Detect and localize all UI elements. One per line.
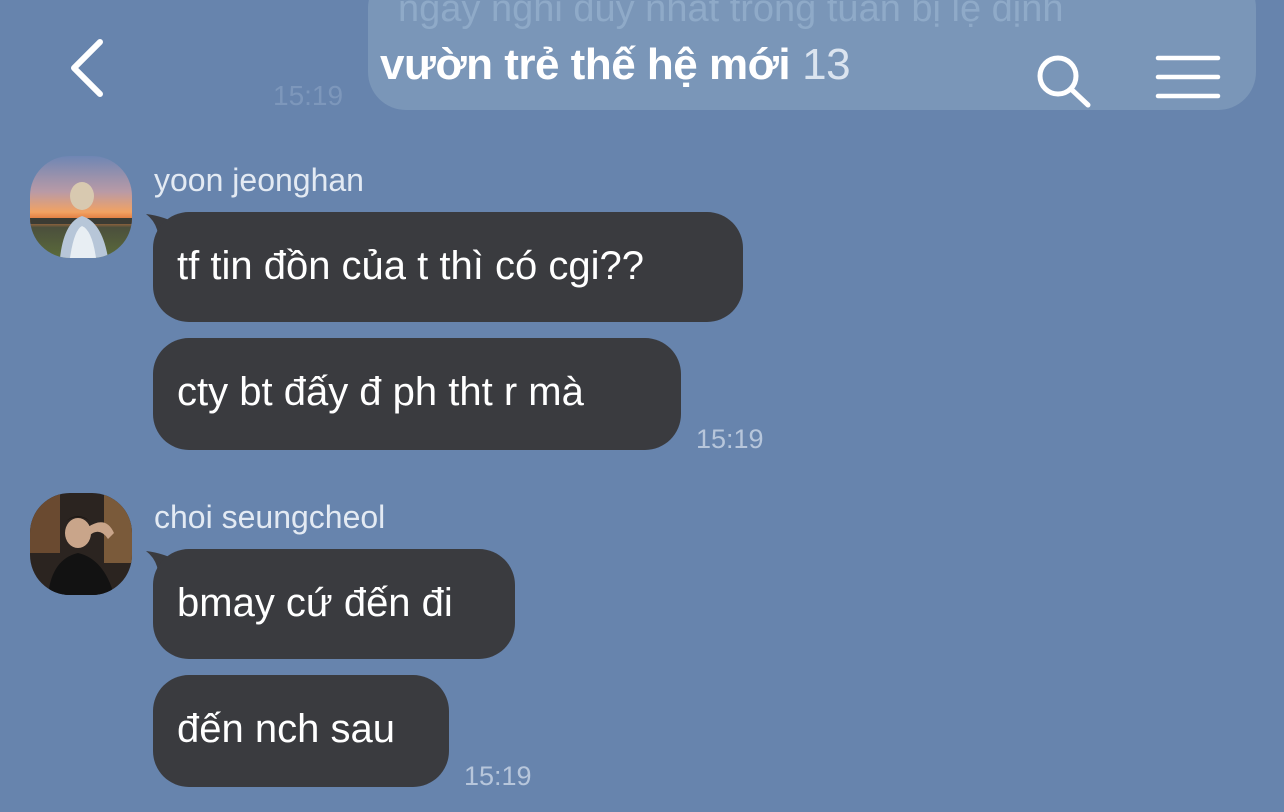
message-text: bmay cứ đến đi <box>177 581 453 625</box>
sender-name-yoon-jeonghan: yoon jeonghan <box>154 162 364 198</box>
message-text: cty bt đấy đ ph tht r mà <box>177 370 584 414</box>
message-text: tf tin đồn của t thì có cgi?? <box>177 244 644 288</box>
message-bubble[interactable]: tf tin đồn của t thì có cgi?? <box>153 212 743 322</box>
search-button[interactable] <box>1030 48 1096 114</box>
member-count: 13 <box>802 40 851 89</box>
chat-title[interactable]: vườn trẻ thế hệ mới 13 <box>380 40 851 90</box>
avatar-yoon-jeonghan[interactable] <box>30 156 132 258</box>
search-icon <box>1037 55 1091 108</box>
avatar-choi-seungcheol[interactable] <box>30 493 132 595</box>
avatar-photo-sunset <box>30 156 132 258</box>
message-bubble[interactable]: đến nch sau <box>153 675 449 787</box>
group-name: vườn trẻ thế hệ mới <box>380 40 791 89</box>
menu-icon <box>1155 55 1221 99</box>
chat-header: vườn trẻ thế hệ mới 13 <box>0 0 1284 136</box>
message-text: đến nch sau <box>177 707 395 751</box>
back-button[interactable] <box>56 30 126 106</box>
chat-screen: ngày nghỉ duy nhất trong tuần bị lệ định… <box>0 0 1284 812</box>
sender-name-choi-seungcheol: choi seungcheol <box>154 499 386 535</box>
message-bubble[interactable]: bmay cứ đến đi <box>153 549 515 659</box>
menu-button[interactable] <box>1152 52 1224 102</box>
message-time: 15:19 <box>696 424 764 454</box>
message-time: 15:19 <box>464 761 532 791</box>
avatar-photo-portrait <box>30 493 132 595</box>
message-bubble[interactable]: cty bt đấy đ ph tht r mà <box>153 338 681 450</box>
back-arrow-icon <box>71 39 103 97</box>
